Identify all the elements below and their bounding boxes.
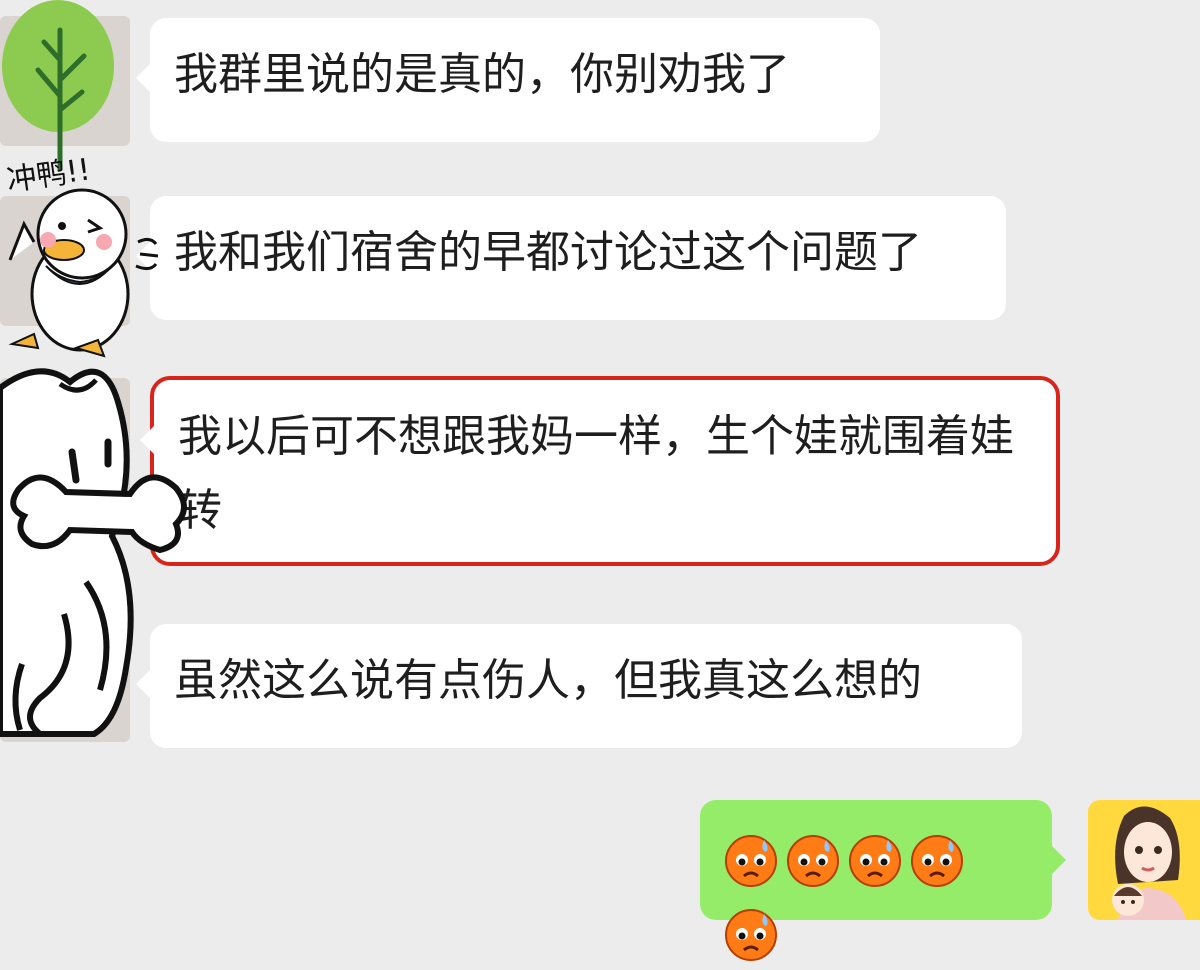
my-avatar[interactable]	[1088, 800, 1200, 920]
message-bubble[interactable]: 虽然这么说有点伤人，但我真这么想的	[136, 624, 1022, 748]
sweating-face-icon	[725, 909, 777, 961]
sweating-face-icon	[725, 835, 777, 887]
message-text: 我和我们宿舍的早都讨论过这个问题了	[174, 227, 922, 278]
sweating-face-icon	[911, 835, 963, 887]
message-text: 我以后可不想跟我妈一样，生个娃就围着娃转	[178, 411, 1014, 536]
chat-window: 我群里说的是真的，你别劝我了 我和我们宿舍的早都讨论过这个问题了 我以后可不想跟…	[0, 0, 1200, 961]
duck-sticker: 冲鸭!!	[0, 150, 160, 360]
emoji-row	[724, 822, 1028, 970]
duck-icon	[8, 188, 159, 358]
tree-sticker-icon	[2, 0, 114, 170]
sweating-face-icon	[787, 835, 839, 887]
message-bubble[interactable]: 我和我们宿舍的早都讨论过这个问题了	[136, 196, 1006, 320]
sweating-face-icon	[849, 835, 901, 887]
woman-and-baby-icon	[1112, 806, 1186, 920]
dog-with-bone-sticker-icon	[0, 368, 187, 737]
message-bubble[interactable]: 我群里说的是真的，你别劝我了	[136, 18, 880, 142]
outgoing-message-bubble[interactable]	[700, 800, 1066, 961]
message-text: 虽然这么说有点伤人，但我真这么想的	[174, 655, 922, 706]
highlighted-message-bubble[interactable]: 我以后可不想跟我妈一样，生个娃就围着娃转	[140, 376, 1060, 566]
message-text: 我群里说的是真的，你别劝我了	[174, 49, 790, 100]
